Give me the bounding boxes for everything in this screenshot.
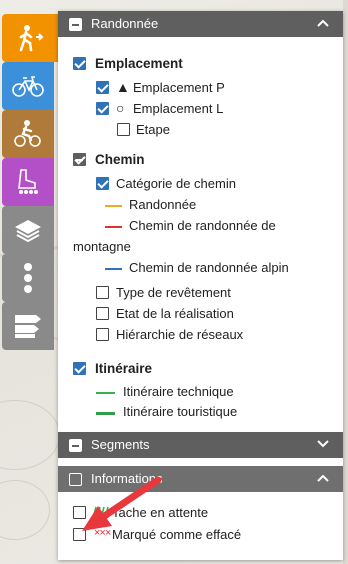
- checkbox-informations[interactable]: [69, 473, 82, 486]
- tool-mountain-bike[interactable]: [2, 110, 54, 158]
- hiker-icon: [19, 25, 44, 52]
- chevron-up-icon[interactable]: [317, 19, 329, 27]
- tool-layers[interactable]: [2, 206, 54, 254]
- collapse-minus-icon[interactable]: [69, 18, 82, 31]
- group-label: Chemin: [95, 152, 145, 167]
- checkbox-marque-efface[interactable]: [73, 528, 86, 541]
- tool-inline-skating[interactable]: [2, 158, 54, 206]
- legend-line-blue: [105, 268, 122, 270]
- layers-icon: [15, 220, 41, 243]
- section-header-segments[interactable]: Segments: [58, 432, 343, 458]
- item-label: Type de revêtement: [116, 285, 231, 300]
- tool-signpost[interactable]: [2, 302, 54, 350]
- section-title: Randonnée: [91, 16, 159, 31]
- legend-line-green-thick: [96, 412, 115, 415]
- collapse-minus-icon[interactable]: [69, 439, 82, 452]
- checkbox-etape[interactable]: [117, 123, 130, 136]
- mountain-bike-icon: [14, 120, 41, 147]
- legend-line-red: [105, 226, 122, 228]
- layer-legend-panel: Randonnée Emplacement ▲ Emplacement P ○ …: [58, 11, 343, 560]
- legend-label: Randonnée: [129, 197, 197, 212]
- checkbox-tache-attente[interactable]: [73, 506, 86, 519]
- signpost-icon: [15, 315, 41, 338]
- partial-minus-icon: [76, 159, 83, 161]
- checkbox-emplacement-p[interactable]: [96, 81, 109, 94]
- chevron-down-icon[interactable]: [317, 440, 329, 448]
- item-label: Catégorie de chemin: [116, 176, 236, 191]
- section-header-randonnee[interactable]: Randonnée: [58, 11, 343, 37]
- checkbox-categorie-chemin[interactable]: [96, 177, 109, 190]
- tool-hiking[interactable]: [2, 14, 58, 62]
- item-label: Emplacement L: [133, 101, 224, 116]
- triangle-symbol-icon: ▲: [116, 79, 130, 95]
- item-label: Etat de la réalisation: [116, 306, 234, 321]
- inline-skate-icon: [18, 169, 38, 194]
- group-label: Emplacement: [95, 56, 183, 71]
- item-label: Hiérarchie de réseaux: [116, 327, 244, 342]
- legend-label: montagne: [73, 239, 131, 254]
- bicycle-icon: [12, 76, 44, 97]
- checkbox-etat-realisation[interactable]: [96, 307, 109, 320]
- item-label: Emplacement P: [133, 80, 225, 95]
- legend-label: Itinéraire technique: [123, 384, 234, 399]
- checkbox-hierarchie-reseaux[interactable]: [96, 328, 109, 341]
- section-title: Segments: [91, 437, 150, 452]
- checkbox-itineraire[interactable]: [73, 362, 86, 375]
- item-label: Tache en attente: [112, 505, 209, 520]
- item-label: Etape: [136, 122, 170, 137]
- cross-symbol-icon: ×××: [94, 527, 111, 539]
- checkbox-emplacement-l[interactable]: [96, 102, 109, 115]
- tool-cycling[interactable]: [2, 62, 54, 110]
- circle-symbol-icon: ○: [116, 100, 125, 116]
- item-label: Marqué comme effacé: [112, 527, 242, 542]
- legend-label: Chemin de randonnée de: [129, 218, 276, 233]
- legend-label: Chemin de randonnée alpin: [129, 260, 289, 275]
- checkbox-type-revetement[interactable]: [96, 286, 109, 299]
- section-title: Informations: [91, 471, 163, 486]
- chevron-up-icon[interactable]: [317, 474, 329, 482]
- hatched-symbol-icon: [92, 506, 109, 519]
- legend-line-green: [96, 392, 115, 394]
- legend-label: Itinéraire touristique: [123, 404, 238, 419]
- checkbox-emplacement[interactable]: [73, 57, 86, 70]
- legend-line-orange: [105, 205, 122, 207]
- tool-more[interactable]: [2, 254, 54, 302]
- group-label: Itinéraire: [95, 361, 153, 376]
- more-vertical-icon: [24, 263, 32, 293]
- section-header-informations[interactable]: Informations: [58, 466, 343, 492]
